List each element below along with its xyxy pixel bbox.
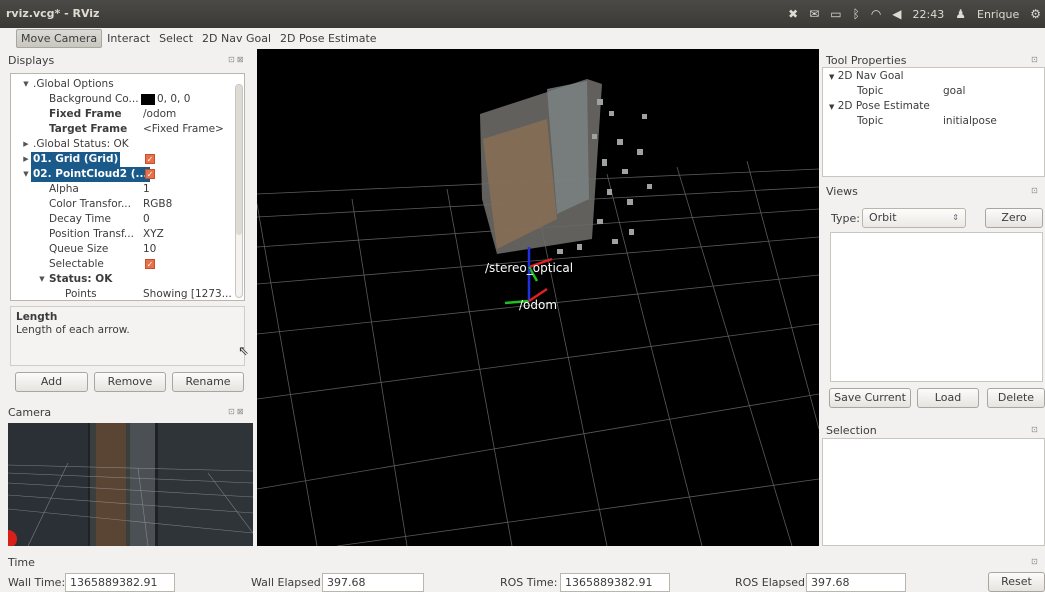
tree-row-pointcloud2-display[interactable]: ▼ 02. PointCloud2 (... ✓ (11, 167, 233, 182)
tree-row-grid-display[interactable]: ▶ 01. Grid (Grid) ✓ (11, 152, 233, 167)
window-title-bar: rviz.vcg* - RViz ✖ ✉ ▭ ᛒ ◠ ◀ 22:43 ♟ Enr… (0, 0, 1045, 28)
tree-row-alpha[interactable]: Alpha 1 (11, 182, 233, 197)
tree-row-color-transformer[interactable]: Color Transfor... RGB8 (11, 197, 233, 212)
bluetooth-icon[interactable]: ᛒ (853, 7, 860, 21)
tree-row-global-options[interactable]: ▼ .Global Options (11, 77, 233, 92)
tool-select[interactable]: Select (155, 30, 197, 47)
reset-time-button[interactable]: Reset (988, 572, 1045, 592)
expand-arrow-icon[interactable]: ▼ (21, 167, 31, 182)
time-dock-button[interactable]: ⊡ (1031, 557, 1040, 566)
save-current-view-button[interactable]: Save Current (829, 388, 911, 408)
displays-dock-buttons[interactable]: ⊡⊠ (228, 55, 245, 64)
enable-checkbox[interactable]: ✓ (145, 169, 155, 179)
tree-row-fixed-frame[interactable]: Fixed Frame /odom (11, 107, 233, 122)
tree-row-status[interactable]: ▼ Status: OK (11, 272, 233, 287)
selection-title: Selection (826, 424, 877, 437)
dropbox-icon[interactable]: ✖ (788, 7, 798, 21)
add-display-button[interactable]: Add (15, 372, 88, 392)
wall-time-field[interactable]: 1365889382.91 (65, 573, 175, 592)
enable-checkbox[interactable]: ✓ (145, 154, 155, 164)
expand-arrow-icon[interactable]: ▼ (37, 272, 47, 287)
description-title: Length (16, 311, 58, 323)
camera-image-view[interactable] (8, 423, 253, 546)
displays-tree[interactable]: ▼ .Global Options Background Co... 0, 0,… (10, 73, 245, 301)
scrollbar-thumb[interactable] (236, 85, 242, 235)
saved-views-list[interactable] (830, 232, 1043, 382)
frame-label-stereo-optical: /stereo_optical (485, 261, 573, 275)
ros-time-label: ROS Time: (500, 576, 558, 589)
collapse-arrow-icon[interactable]: ▶ (21, 137, 31, 152)
tool-bar: Move Camera Interact Select 2D Nav Goal … (0, 28, 1045, 48)
ros-time-field[interactable]: 1365889382.91 (560, 573, 670, 592)
user-icon: ♟ (955, 7, 966, 21)
volume-icon[interactable]: ◀ (892, 7, 901, 21)
load-view-button[interactable]: Load (917, 388, 979, 408)
delete-view-button[interactable]: Delete (987, 388, 1045, 408)
topic-value[interactable]: goal (943, 85, 965, 97)
expand-arrow-icon[interactable]: ▼ (829, 73, 834, 81)
tree-row-decay-time[interactable]: Decay Time 0 (11, 212, 233, 227)
tool-interact[interactable]: Interact (103, 30, 154, 47)
camera-image (8, 423, 253, 546)
camera-panel-title: Camera (8, 406, 52, 419)
topic-label: Topic (857, 115, 884, 127)
zero-view-button[interactable]: Zero (985, 208, 1043, 228)
views-title: Views (826, 185, 858, 198)
tool-2d-pose-estimate[interactable]: 2D Pose Estimate (276, 30, 381, 47)
tool-2d-nav-goal[interactable]: 2D Nav Goal (198, 30, 275, 47)
time-panel-title: Time (8, 556, 35, 569)
tool-properties-title: Tool Properties (826, 54, 907, 67)
user-name[interactable]: Enrique (977, 8, 1019, 21)
tree-row-target-frame[interactable]: Target Frame <Fixed Frame> (11, 122, 233, 137)
tool-item-2d-nav-goal[interactable]: ▼ 2D Nav Goal (829, 70, 904, 82)
color-swatch[interactable] (141, 93, 155, 105)
wifi-icon[interactable]: ◠ (871, 7, 881, 21)
ros-elapsed-label: ROS Elapsed: (735, 576, 809, 589)
tree-row-background-color[interactable]: Background Co... 0, 0, 0 (11, 92, 233, 107)
mouse-cursor-icon: ⇖ (238, 344, 249, 359)
expand-arrow-icon[interactable]: ▼ (21, 77, 31, 92)
topic-value[interactable]: initialpose (943, 115, 997, 127)
tool-properties-tree[interactable]: ▼ 2D Nav Goal Topic goal ▼ 2D Pose Estim… (822, 67, 1045, 177)
rename-display-button[interactable]: Rename (172, 372, 244, 392)
power-icon[interactable]: ⚙ (1030, 7, 1041, 21)
wall-time-label: Wall Time: (8, 576, 66, 589)
frame-label-odom: /odom (519, 298, 557, 312)
tool-properties-dock-button[interactable]: ⊡ (1031, 55, 1040, 64)
tree-row-selectable[interactable]: Selectable ✓ (11, 257, 233, 272)
window-title: rviz.vcg* - RViz (6, 7, 100, 20)
displays-scrollbar[interactable] (235, 84, 243, 298)
remove-display-button[interactable]: Remove (94, 372, 166, 392)
ros-elapsed-field[interactable]: 397.68 (806, 573, 906, 592)
system-tray: ✖ ✉ ▭ ᛒ ◠ ◀ 22:43 ♟ Enrique ⚙ (788, 0, 1045, 28)
mail-icon[interactable]: ✉ (809, 7, 819, 21)
tree-row-global-status[interactable]: ▶ .Global Status: OK (11, 137, 233, 152)
tool-move-camera[interactable]: Move Camera (16, 28, 103, 48)
camera-dock-buttons[interactable]: ⊡⊠ (228, 407, 245, 416)
displays-panel-title: Displays (8, 54, 55, 67)
wall-elapsed-label: Wall Elapsed: (251, 576, 325, 589)
description-text: Length of each arrow. (16, 324, 130, 336)
3d-scene: /stereo_optical /odom (257, 79, 819, 546)
battery-icon[interactable]: ▭ (830, 7, 841, 21)
dropdown-arrow-icon: ⇕ (952, 213, 959, 222)
expand-arrow-icon[interactable]: ▼ (829, 103, 834, 111)
tree-row-position-transformer[interactable]: Position Transf... XYZ (11, 227, 233, 242)
view-type-select[interactable]: Orbit ⇕ (862, 208, 966, 228)
collapse-arrow-icon[interactable]: ▶ (21, 152, 31, 167)
clock[interactable]: 22:43 (913, 8, 945, 21)
selection-dock-button[interactable]: ⊡ (1031, 425, 1040, 434)
tree-row-points[interactable]: Points Showing [1273... (11, 287, 233, 300)
topic-label: Topic (857, 85, 884, 97)
tool-item-2d-pose-estimate[interactable]: ▼ 2D Pose Estimate (829, 100, 930, 112)
render-viewport[interactable]: /stereo_optical /odom (257, 49, 819, 546)
wall-elapsed-field[interactable]: 397.68 (322, 573, 424, 592)
selection-tree[interactable] (822, 438, 1045, 546)
property-description: Length Length of each arrow. (10, 306, 245, 366)
selectable-checkbox[interactable]: ✓ (145, 259, 155, 269)
views-dock-button[interactable]: ⊡ (1031, 186, 1040, 195)
view-type-label: Type: (831, 212, 860, 225)
tree-row-queue-size[interactable]: Queue Size 10 (11, 242, 233, 257)
